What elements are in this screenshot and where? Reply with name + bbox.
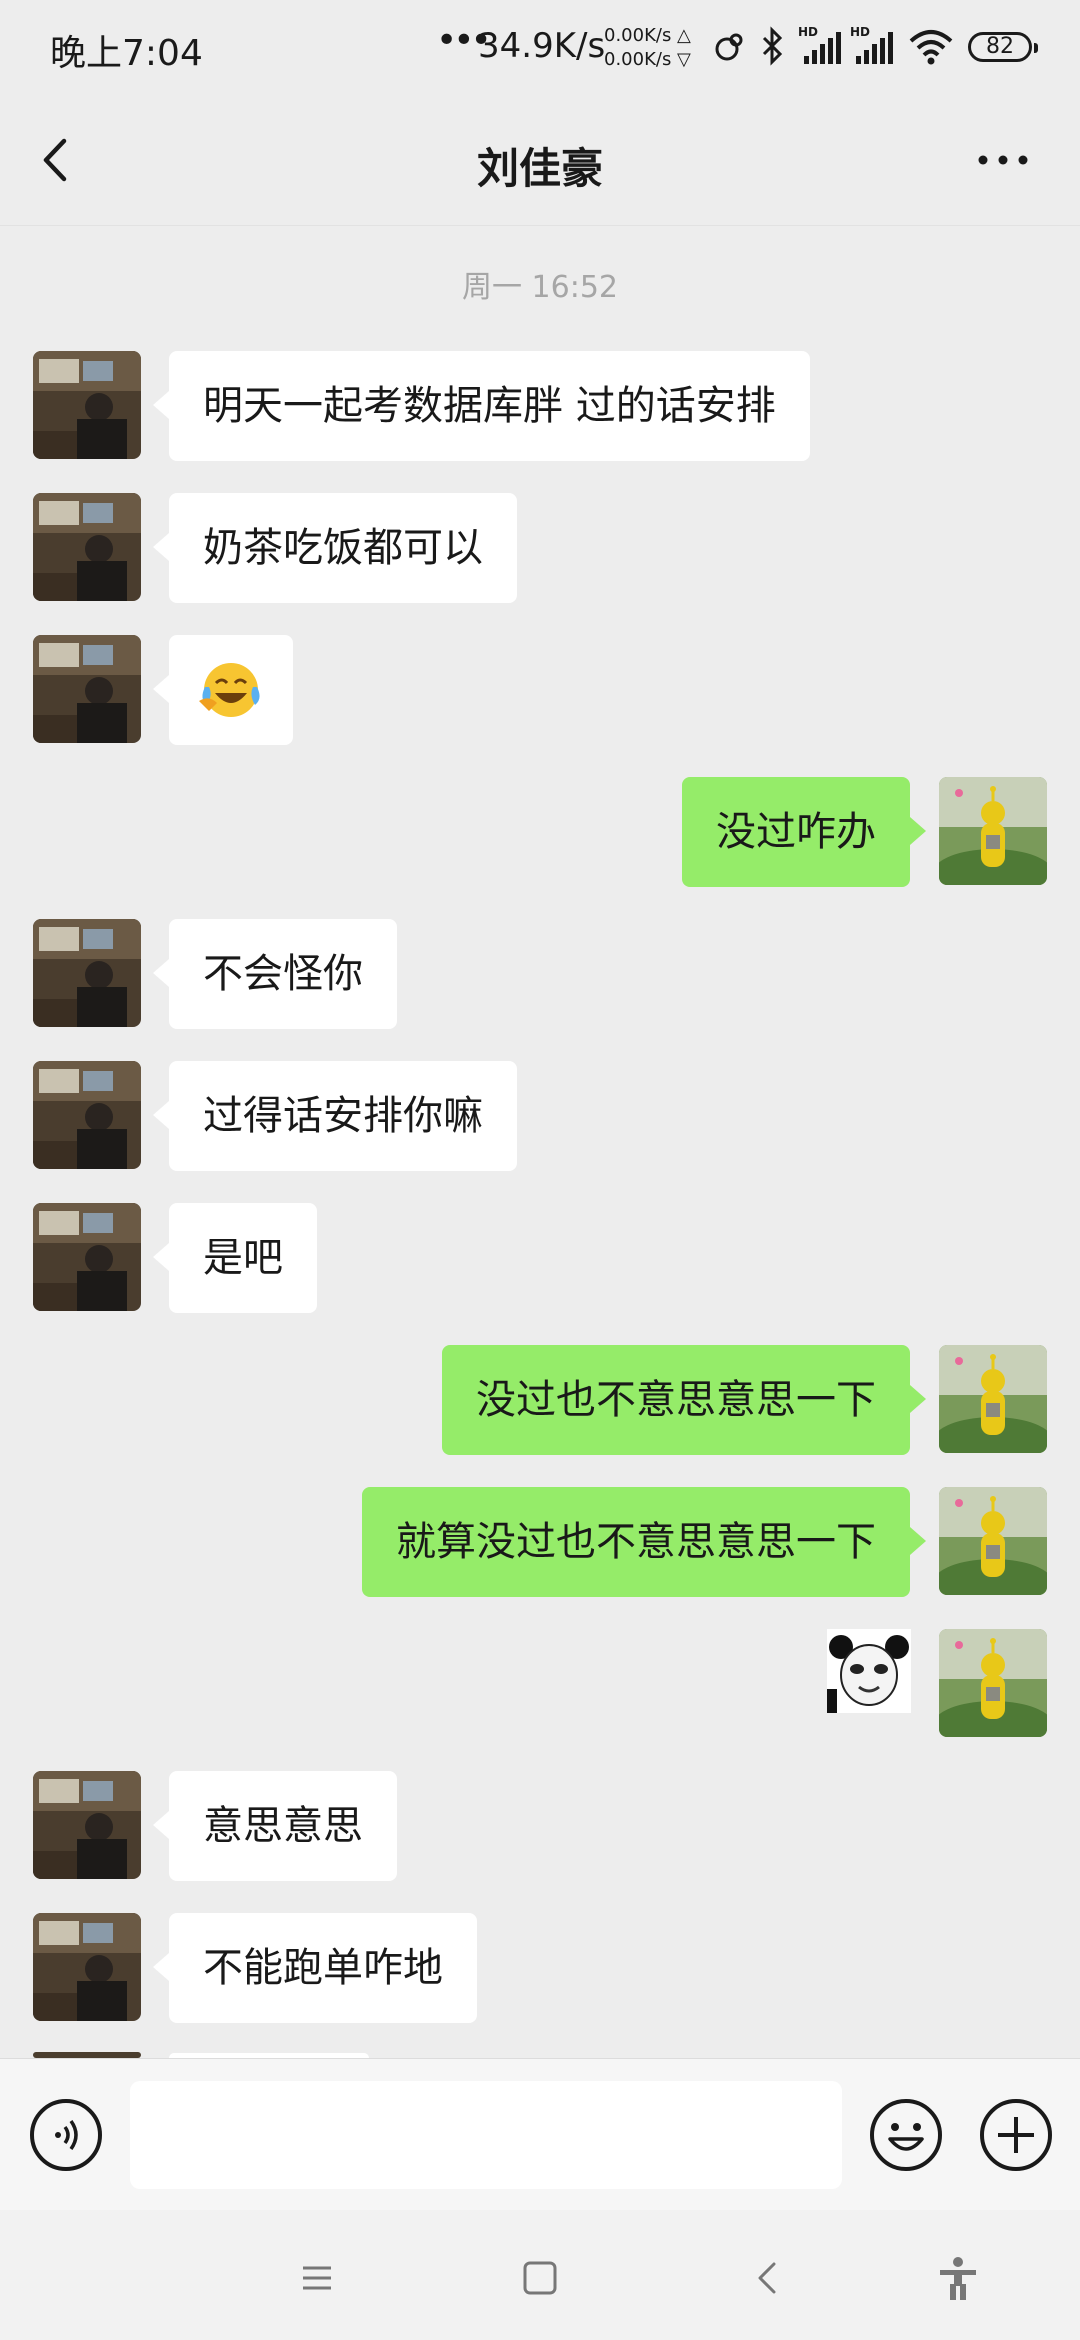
message-bubble-outgoing[interactable]: 没过咋办 (682, 777, 926, 887)
status-bar: 晚上7:04 ••• 34.9K/s 0.00K/s △ 0.00K/s ▽ H… (0, 0, 1080, 95)
message-bubble-incoming[interactable]: 意思意思 (153, 1771, 397, 1881)
message-bubble-outgoing[interactable]: 就算没过也不意思意思一下 (362, 1487, 926, 1597)
menu-button[interactable] (289, 2250, 345, 2306)
svg-text:HD: HD (850, 25, 870, 39)
wifi-icon (909, 30, 953, 65)
link-icon (715, 33, 743, 61)
message-bubble-incoming[interactable]: 不会怪你 (153, 919, 397, 1029)
system-navigation-bar (0, 2210, 1080, 2340)
message-bubble-incoming[interactable]: 不能跑单咋地 (153, 1913, 477, 2023)
message-bubble-incoming[interactable]: 过得话安排你嘛 (153, 1061, 517, 1171)
my-avatar[interactable] (939, 1487, 1047, 1595)
my-avatar[interactable] (939, 777, 1047, 885)
laughing-crying-emoji (199, 663, 260, 717)
contact-avatar[interactable] (33, 1771, 141, 1879)
menu-icon (303, 2266, 331, 2290)
voice-button[interactable] (28, 2097, 104, 2173)
contact-avatar[interactable] (33, 919, 141, 1027)
message-bubble-incoming[interactable]: 是吧 (153, 1203, 317, 1313)
home-square-icon (523, 2261, 557, 2295)
emoji-button[interactable] (868, 2097, 944, 2173)
message-bubble-incoming[interactable]: 明天一起考数据库胖 过的话安排 (153, 351, 810, 461)
more-functions-button[interactable] (978, 2097, 1054, 2173)
hd-signal-icon: HD (850, 25, 893, 64)
chat-title: 刘佳豪 (476, 144, 603, 193)
contact-avatar[interactable] (33, 1913, 141, 2021)
hd-signal-icon: HD (798, 25, 841, 64)
contact-avatar[interactable] (33, 1061, 141, 1169)
my-avatar[interactable] (939, 1629, 1047, 1737)
plus-circle-icon (980, 2099, 1052, 2171)
more-button[interactable] (970, 125, 1040, 195)
svg-text:HD: HD (798, 25, 818, 39)
chat-timestamp: 周一 16:52 (462, 270, 618, 305)
message-input[interactable] (130, 2081, 842, 2189)
message-bubble-incoming[interactable]: 奶茶吃饭都可以 (153, 493, 517, 603)
header-divider (0, 225, 1080, 226)
accessibility-button[interactable] (930, 2250, 986, 2306)
voice-icon (30, 2099, 102, 2171)
network-speed: 34.9K/s (478, 26, 606, 66)
contact-avatar[interactable] (33, 351, 141, 459)
input-bar (0, 2058, 1080, 2211)
upload-rate: 0.00K/s △ (604, 25, 691, 46)
back-triangle-icon (758, 2262, 776, 2294)
battery-icon: 82 (968, 32, 1038, 62)
panda-face-sticker[interactable] (827, 1629, 911, 1713)
contact-avatar[interactable] (33, 635, 141, 743)
home-button[interactable] (512, 2250, 568, 2306)
download-rate: 0.00K/s ▽ (604, 49, 691, 70)
accessibility-icon (940, 2257, 976, 2300)
message-bubble-emoji[interactable] (153, 635, 293, 745)
status-time: 晚上7:04 (50, 33, 203, 74)
more-dots-icon (978, 155, 1028, 165)
smiley-icon (870, 2099, 942, 2171)
chat-header: 刘佳豪 (0, 95, 1080, 225)
message-bubble-outgoing[interactable]: 没过也不意思意思一下 (442, 1345, 926, 1455)
contact-avatar[interactable] (33, 493, 141, 601)
contact-avatar[interactable] (33, 1203, 141, 1311)
network-rates: 0.00K/s △ 0.00K/s ▽ (604, 24, 691, 72)
back-nav-button[interactable] (740, 2250, 796, 2306)
my-avatar[interactable] (939, 1345, 1047, 1453)
bluetooth-icon (762, 26, 783, 66)
